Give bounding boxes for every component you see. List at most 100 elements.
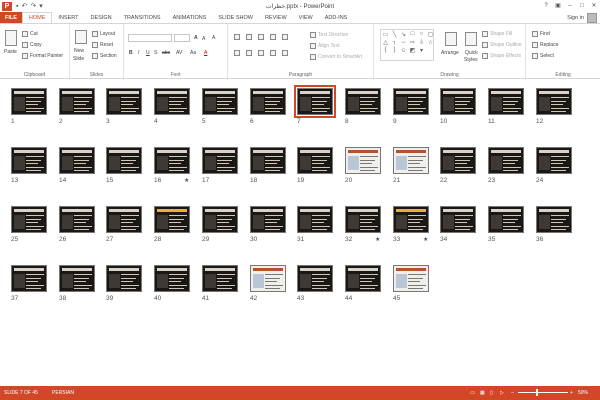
quick-styles-icon[interactable] — [465, 32, 477, 46]
slide-thumbnail[interactable] — [393, 88, 429, 115]
slide-thumbnail[interactable] — [488, 206, 524, 233]
align-left-button[interactable] — [234, 50, 240, 56]
new-slide-button[interactable]: New — [74, 48, 84, 54]
slide-thumbnail[interactable] — [536, 147, 572, 174]
star5-shape-icon[interactable]: ✩ — [399, 46, 408, 54]
slide-thumbnail[interactable] — [488, 147, 524, 174]
slide-thumbnail[interactable] — [440, 206, 476, 233]
arrange-button[interactable]: Arrange — [441, 50, 459, 56]
slide-thumbnail[interactable] — [154, 147, 190, 174]
slide-thumbnail[interactable] — [250, 88, 286, 115]
slide-thumbnail[interactable] — [250, 206, 286, 233]
slide-thumbnail[interactable] — [11, 147, 47, 174]
slide-thumbnail[interactable] — [106, 265, 142, 292]
slide-thumbnail[interactable] — [59, 206, 95, 233]
slide-thumbnail[interactable] — [202, 147, 238, 174]
find-button[interactable]: Find — [532, 31, 550, 37]
sign-in-link[interactable]: Sign in — [567, 15, 584, 21]
slide-thumbnail[interactable] — [59, 88, 95, 115]
increase-indent-button[interactable] — [270, 34, 276, 40]
shape-fill-button[interactable]: Shape Fill — [482, 31, 512, 37]
slide-thumbnail[interactable] — [297, 147, 333, 174]
slide-thumbnail[interactable] — [154, 206, 190, 233]
slide-thumbnail[interactable] — [59, 265, 95, 292]
reset-button[interactable]: Reset — [92, 42, 113, 48]
layout-button[interactable]: Layout — [92, 31, 115, 37]
clear-formatting-button[interactable]: A — [212, 35, 215, 41]
section-button[interactable]: Section — [92, 53, 117, 59]
quick-styles-button-label[interactable]: Styles — [464, 57, 478, 63]
textbox-shape-icon[interactable]: ▭ — [381, 30, 390, 38]
callout-shape-icon[interactable]: ◩ — [408, 46, 417, 54]
font-color-button[interactable]: A — [204, 50, 207, 56]
zoom-slider-thumb[interactable] — [536, 389, 538, 396]
avatar[interactable] — [587, 13, 597, 23]
slide-sorter-view-icon[interactable]: ▦ — [480, 390, 485, 396]
slide-thumbnail[interactable] — [297, 265, 333, 292]
bullets-button[interactable] — [234, 34, 240, 40]
slide-thumbnail[interactable] — [488, 88, 524, 115]
justify-button[interactable] — [270, 50, 276, 56]
slide-thumbnail[interactable] — [393, 206, 429, 233]
paste-icon[interactable] — [5, 30, 17, 46]
slide-thumbnail[interactable] — [250, 147, 286, 174]
copy-button[interactable]: Copy — [22, 42, 42, 48]
slide-thumbnail[interactable] — [202, 206, 238, 233]
bold-button[interactable]: B — [129, 50, 133, 56]
align-center-button[interactable] — [246, 50, 252, 56]
text-direction-button[interactable]: Text Direction — [310, 32, 348, 38]
shape-effects-button[interactable]: Shape Effects — [482, 53, 521, 59]
line-spacing-button[interactable] — [282, 34, 288, 40]
star-shape-icon[interactable]: ☆ — [426, 38, 435, 46]
new-slide-icon[interactable] — [75, 30, 87, 44]
cut-button[interactable]: Cut — [22, 31, 38, 37]
slide-thumbnail[interactable] — [297, 206, 333, 233]
slide-thumbnail[interactable] — [250, 265, 286, 292]
curved-connector-icon[interactable]: ∽ — [399, 38, 408, 46]
slide-thumbnail[interactable] — [393, 265, 429, 292]
rounded-rect-shape-icon[interactable]: ▢ — [426, 30, 435, 38]
arrow-shape-icon[interactable]: ↘ — [399, 30, 408, 38]
character-spacing-button[interactable]: AV — [176, 50, 182, 56]
slide-thumbnail[interactable] — [106, 88, 142, 115]
reading-view-icon[interactable]: ▯ — [490, 390, 493, 396]
shadow-button[interactable]: S — [154, 50, 157, 56]
slide-thumbnail[interactable] — [202, 88, 238, 115]
help-icon[interactable]: ? — [540, 0, 552, 11]
zoom-in-button[interactable]: + — [570, 390, 573, 396]
quick-styles-button[interactable]: Quick — [465, 50, 478, 56]
redo-icon[interactable]: ↷ — [30, 2, 36, 10]
slideshow-view-icon[interactable]: ▷ — [500, 390, 504, 396]
font-size-combo[interactable] — [174, 34, 190, 42]
slide-thumbnail[interactable] — [154, 265, 190, 292]
slide-thumbnail[interactable] — [536, 206, 572, 233]
arrange-icon[interactable] — [445, 32, 457, 46]
underline-button[interactable]: U — [146, 50, 150, 56]
rectangle-shape-icon[interactable]: □ — [408, 30, 417, 38]
more-shapes-icon[interactable]: ▾ — [417, 46, 426, 54]
grow-font-button[interactable]: A — [194, 35, 198, 41]
columns-button[interactable] — [282, 50, 288, 56]
slide-thumbnail[interactable] — [345, 265, 381, 292]
customize-qat-icon[interactable]: ▾ — [39, 2, 43, 10]
shrink-font-button[interactable]: A — [202, 36, 205, 42]
slide-thumbnail[interactable] — [202, 265, 238, 292]
brace-shape-icon[interactable]: { — [381, 46, 390, 54]
animation-star-icon[interactable]: ★ — [375, 236, 380, 243]
language-status[interactable]: PERSIAN — [52, 390, 74, 396]
line-shape-icon[interactable]: ╲ — [390, 30, 399, 38]
animation-star-icon[interactable]: ★ — [423, 236, 428, 243]
decrease-indent-button[interactable] — [258, 34, 264, 40]
oval-shape-icon[interactable]: ○ — [417, 30, 426, 38]
italic-button[interactable]: I — [138, 50, 139, 56]
slide-thumbnail[interactable] — [106, 206, 142, 233]
normal-view-icon[interactable]: ▭ — [470, 390, 475, 396]
align-text-button[interactable]: Align Text — [310, 43, 340, 49]
shapes-gallery[interactable]: ▭ ╲ ↘ □ ○ ▢ △ ┐ ∽ ⇨ ⇩ ☆ {} ✩ ◩ ▾ — [380, 29, 434, 61]
elbow-connector-icon[interactable]: ┐ — [390, 38, 399, 46]
shape-outline-button[interactable]: Shape Outline — [482, 42, 522, 48]
paste-button[interactable]: Paste — [4, 49, 17, 55]
down-arrow-shape-icon[interactable]: ⇩ — [417, 38, 426, 46]
slide-thumbnail[interactable] — [59, 147, 95, 174]
select-button[interactable]: Select — [532, 53, 554, 59]
